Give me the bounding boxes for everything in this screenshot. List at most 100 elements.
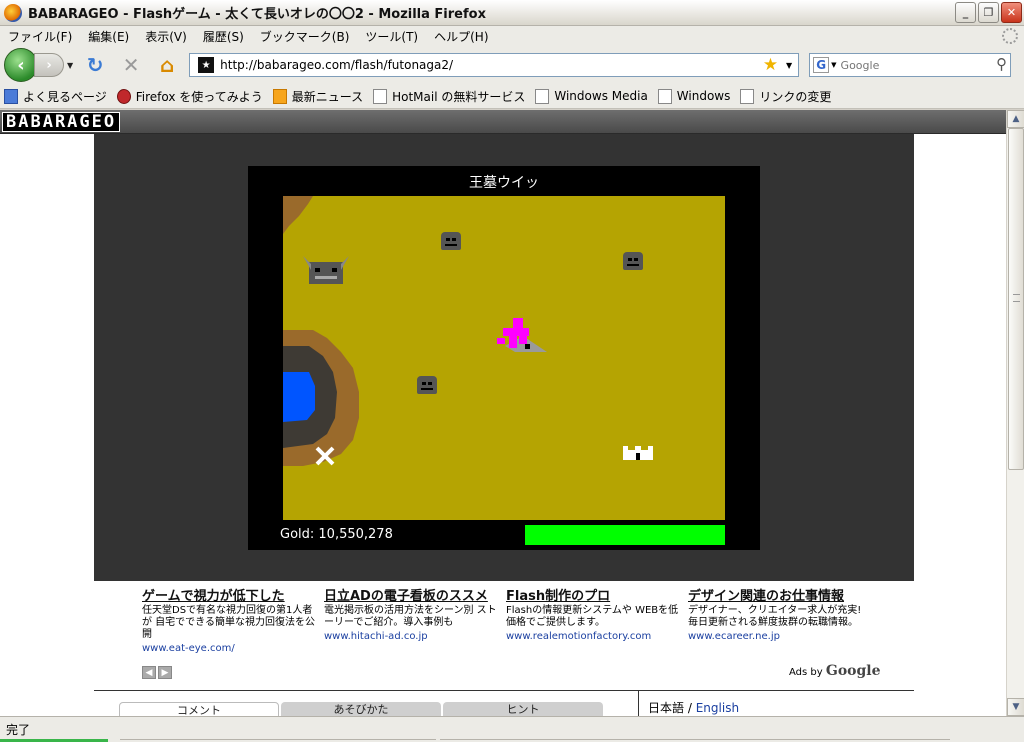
- horned-skull-enemy: [303, 256, 349, 284]
- ad-title[interactable]: 日立ADの電子看板のススメ: [324, 590, 504, 604]
- menu-view[interactable]: 表示(V): [137, 28, 195, 45]
- rss-feed-icon: [272, 88, 287, 104]
- ad-item[interactable]: Flash制作のプロ Flashの情報更新システムや WEBを低価格でご提供しま…: [506, 590, 686, 643]
- ads-by-google[interactable]: Ads by Google: [789, 663, 881, 679]
- ad-body: デザイナー、クリエイター求人が充実!毎日更新される鮮度抜群の転職情報。: [688, 605, 862, 628]
- column-divider: [638, 690, 639, 716]
- bookmark-firefox-guide[interactable]: Firefox を使ってみよう: [116, 88, 263, 105]
- url-dropdown-icon[interactable]: ▼: [786, 61, 792, 70]
- tab-comment[interactable]: コメント: [119, 702, 279, 716]
- menu-bar: ファイル(F) 編集(E) 表示(V) 履歴(S) ブックマーク(B) ツール(…: [0, 26, 1024, 46]
- url-input[interactable]: [220, 58, 741, 72]
- ad-block: ゲームで視力が低下した 任天堂DSで有名な視力回復の第1人者が 自宅でできる簡単…: [140, 590, 870, 680]
- bookmark-most-visited[interactable]: よく見るページ: [4, 88, 107, 105]
- title-bar: BABARAGEO - Flashゲーム - 太くて長いオレの〇〇2 - Moz…: [0, 0, 1024, 26]
- section-divider: [94, 690, 914, 691]
- game-field-graphics: [283, 196, 653, 466]
- search-box[interactable]: G ▼ ⚲: [809, 53, 1012, 77]
- status-bar: 完了: [0, 716, 1024, 742]
- bookmark-change-links[interactable]: リンクの変更: [740, 88, 831, 105]
- most-visited-icon: [4, 88, 18, 104]
- back-button[interactable]: ‹: [4, 48, 38, 82]
- bookmark-hotmail[interactable]: HotMail の無料サービス: [373, 88, 525, 105]
- bookmark-latest-news[interactable]: 最新ニュース: [272, 88, 363, 105]
- flash-stage: 王墓ウイッ Gold: 10,550,278: [94, 134, 914, 581]
- language-switcher: 日本語 / English: [648, 701, 740, 715]
- search-magnifier-icon[interactable]: ⚲: [996, 55, 1007, 73]
- tab-hint[interactable]: ヒント: [443, 702, 603, 716]
- ad-item[interactable]: デザイン関連のお仕事情報 デザイナー、クリエイター求人が充実!毎日更新される鮮度…: [688, 590, 868, 643]
- search-input[interactable]: [840, 58, 991, 72]
- menu-tools[interactable]: ツール(T): [357, 28, 426, 45]
- game-field[interactable]: [283, 196, 725, 520]
- lang-japanese[interactable]: 日本語: [648, 701, 684, 715]
- ad-body: 任天堂DSで有名な視力回復の第1人者が 自宅でできる簡単な視力回復法を公開: [142, 605, 315, 640]
- menu-bookmarks[interactable]: ブックマーク(B): [252, 28, 358, 45]
- bookmark-star-icon[interactable]: ★: [763, 55, 778, 75]
- ad-url[interactable]: www.hitachi-ad.co.jp: [324, 631, 504, 642]
- castle-marker: [623, 446, 653, 460]
- ad-body: 電光掲示板の活用方法をシーン別 ストーリーでご紹介。導入事例も: [324, 605, 497, 628]
- menu-file[interactable]: ファイル(F): [0, 28, 80, 45]
- ad-url[interactable]: www.realemotionfactory.com: [506, 631, 686, 642]
- ad-next-icon[interactable]: ▶: [158, 666, 172, 679]
- throbber-icon: [1002, 28, 1018, 44]
- firefox-icon: [4, 3, 22, 22]
- maximize-button[interactable]: ❐: [978, 2, 999, 23]
- water-pool: [283, 372, 315, 422]
- browser-window: BABARAGEO - Flashゲーム - 太くて長いオレの〇〇2 - Moz…: [0, 0, 1024, 742]
- ad-url[interactable]: www.ecareer.ne.jp: [688, 631, 868, 642]
- game-stage-title: 王墓ウイッ: [469, 175, 539, 191]
- player-character: [497, 318, 547, 352]
- bookmarks-toolbar: よく見るページ Firefox を使ってみよう 最新ニュース HotMail の…: [0, 84, 1024, 109]
- minimize-button[interactable]: _: [955, 2, 976, 23]
- scroll-up-icon[interactable]: ▲: [1007, 110, 1024, 128]
- back-arrow-icon: ‹: [17, 54, 25, 76]
- page-icon: [373, 88, 388, 104]
- ad-item[interactable]: ゲームで視力が低下した 任天堂DSで有名な視力回復の第1人者が 自宅でできる簡単…: [142, 590, 322, 655]
- ad-item[interactable]: 日立ADの電子看板のススメ 電光掲示板の活用方法をシーン別 ストーリーでご紹介。…: [324, 590, 504, 643]
- corner-cliff: [283, 196, 313, 234]
- navigation-toolbar: ‹ › ▼ ↻ ✕ ⌂ ★ ★ ▼ G ▼ ⚲: [0, 46, 1024, 84]
- menu-help[interactable]: ヘルプ(H): [426, 28, 496, 45]
- forward-button[interactable]: ›: [34, 53, 64, 77]
- scroll-thumb[interactable]: [1008, 128, 1024, 470]
- status-text: 完了: [6, 723, 31, 737]
- skull-enemy: [623, 252, 643, 270]
- ad-prev-icon[interactable]: ◀: [142, 666, 156, 679]
- scroll-down-icon[interactable]: ▼: [1007, 698, 1024, 716]
- game-frame[interactable]: 王墓ウイッ Gold: 10,550,278: [248, 166, 760, 550]
- home-icon[interactable]: ⌂: [155, 53, 179, 77]
- gold-counter: Gold: 10,550,278: [280, 527, 393, 542]
- page-icon: [657, 88, 672, 104]
- ad-body: Flashの情報更新システムや WEBを低価格でご提供します。: [506, 605, 679, 628]
- menu-edit[interactable]: 編集(E): [80, 28, 137, 45]
- search-engine-dropdown-icon[interactable]: ▼: [831, 61, 836, 69]
- vertical-scrollbar[interactable]: ▲ ▼: [1006, 110, 1024, 716]
- menu-history[interactable]: 履歴(S): [195, 28, 252, 45]
- ad-pager: ◀ ▶: [142, 666, 172, 679]
- stop-icon[interactable]: ✕: [119, 53, 143, 77]
- ad-title[interactable]: Flash制作のプロ: [506, 590, 686, 604]
- forward-arrow-icon: ›: [46, 57, 52, 73]
- tab-how-to-play[interactable]: あそびかた: [281, 702, 441, 716]
- site-logo[interactable]: BABARAGEO: [2, 112, 121, 132]
- history-dropdown-icon[interactable]: ▼: [67, 61, 73, 70]
- page-icon: [740, 88, 755, 104]
- close-button[interactable]: ✕: [1001, 2, 1022, 23]
- skull-enemy: [417, 376, 437, 394]
- bookmark-windows-media[interactable]: Windows Media: [535, 88, 648, 104]
- lang-english[interactable]: English: [696, 701, 739, 715]
- ad-title[interactable]: ゲームで視力が低下した: [142, 590, 322, 604]
- ad-url[interactable]: www.eat-eye.com/: [142, 643, 322, 654]
- window-title: BABARAGEO - Flashゲーム - 太くて長いオレの〇〇2 - Moz…: [28, 7, 486, 22]
- ad-title[interactable]: デザイン関連のお仕事情報: [688, 590, 868, 604]
- reload-icon[interactable]: ↻: [83, 53, 107, 77]
- site-favicon-icon: ★: [198, 57, 215, 73]
- bookmark-windows[interactable]: Windows: [657, 88, 730, 104]
- skull-enemy: [441, 232, 461, 250]
- google-search-engine-icon[interactable]: G: [813, 57, 830, 73]
- url-bar[interactable]: ★ ★ ▼: [189, 53, 800, 77]
- health-bar: [525, 525, 725, 545]
- firefox-guide-icon: [116, 88, 131, 104]
